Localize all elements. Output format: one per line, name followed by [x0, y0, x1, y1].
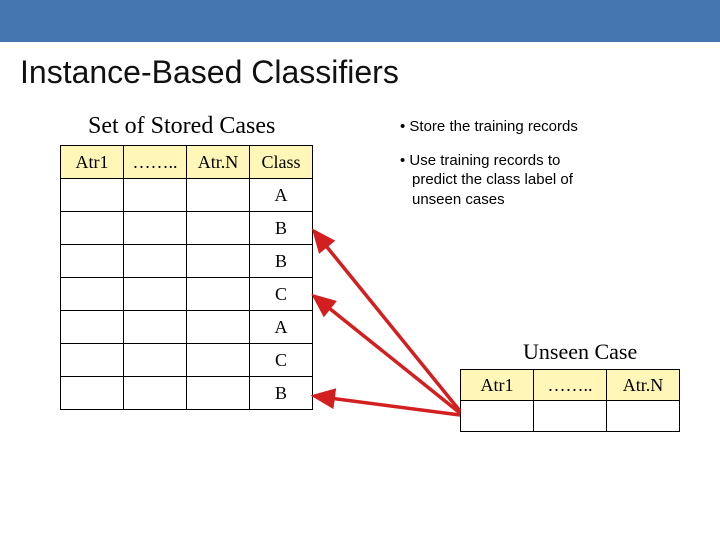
table-row: C: [61, 344, 313, 377]
bullet-1-text: Store the training records: [409, 118, 577, 135]
table-row: B: [61, 212, 313, 245]
unseen-case-table: Atr1 …….. Atr.N: [460, 369, 680, 432]
top-bar: [0, 0, 720, 42]
class-cell: A: [250, 311, 313, 344]
class-cell: A: [250, 179, 313, 212]
unseen-header-atr1: Atr1: [461, 370, 534, 401]
class-cell: B: [250, 377, 313, 410]
table-row: B: [61, 245, 313, 278]
unseen-case-title: Unseen Case: [523, 339, 637, 365]
header-atrn: Atr.N: [187, 146, 250, 179]
class-cell: B: [250, 212, 313, 245]
arrow-line: [314, 396, 460, 415]
unseen-row: [461, 401, 680, 432]
stored-cases-title: Set of Stored Cases: [88, 113, 275, 140]
unseen-header-dots: ……..: [534, 370, 607, 401]
table-row: A: [61, 311, 313, 344]
arrow-line: [314, 296, 460, 413]
table-header-row: Atr1 …….. Atr.N Class: [61, 146, 313, 179]
unseen-header-atrn: Atr.N: [607, 370, 680, 401]
bullet-2: • Use training records to: [400, 151, 690, 171]
header-class: Class: [250, 146, 313, 179]
header-atr1: Atr1: [61, 146, 124, 179]
slide-title: Instance-Based Classifiers: [20, 54, 720, 91]
class-cell: B: [250, 245, 313, 278]
bullet-2-line2: predict the class label of: [400, 170, 690, 190]
class-cell: C: [250, 278, 313, 311]
stored-cases-table: Atr1 …….. Atr.N Class A B B C A C B: [60, 145, 313, 410]
bullet-list: • Store the training records • Use train…: [400, 117, 690, 209]
table-header-row: Atr1 …….. Atr.N: [461, 370, 680, 401]
table-row: A: [61, 179, 313, 212]
header-dots: ……..: [124, 146, 187, 179]
table-row: B: [61, 377, 313, 410]
table-row: C: [61, 278, 313, 311]
bullet-2-line1: Use training records to: [409, 152, 560, 169]
bullet-1: • Store the training records: [400, 117, 690, 137]
class-cell: C: [250, 344, 313, 377]
arrow-line: [314, 231, 460, 411]
bullet-2-line3: unseen cases: [400, 190, 690, 210]
content-area: Set of Stored Cases Atr1 …….. Atr.N Clas…: [0, 91, 720, 540]
